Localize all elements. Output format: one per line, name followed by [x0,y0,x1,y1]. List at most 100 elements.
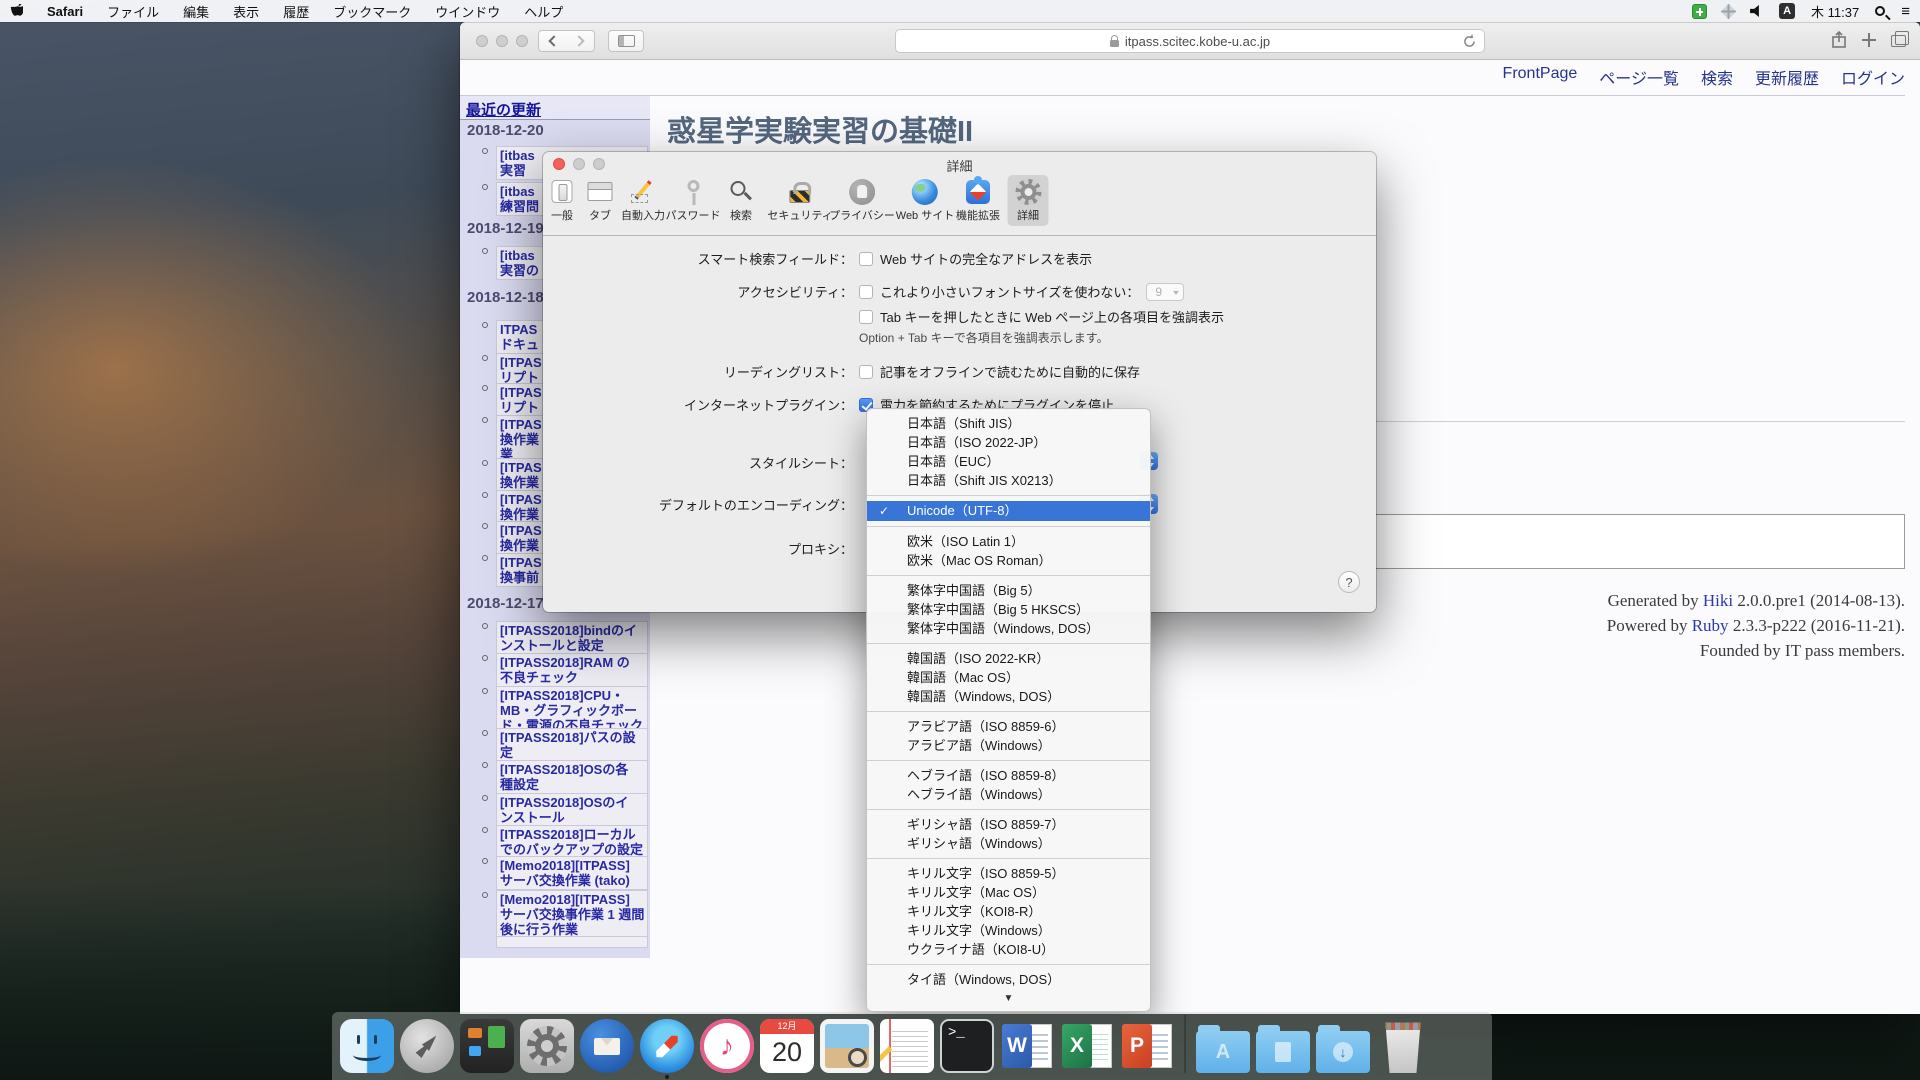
menu-item[interactable]: アラビア語（ISO 8859-6） [867,717,1150,736]
terminal-dock-icon[interactable]: >_ [940,1019,994,1073]
menu-scroll-down-arrow[interactable]: ▼ [867,989,1150,1005]
nav-search[interactable]: 検索 [1701,65,1733,89]
spotlight-search-icon[interactable] [1875,6,1885,16]
font-size-select[interactable]: 9 [1146,283,1184,301]
excel-dock-icon[interactable]: X [1060,1019,1114,1073]
menu-item[interactable]: アラビア語（Windows） [867,736,1150,755]
nav-page-list[interactable]: ページ一覧 [1599,65,1679,89]
sidebar-toggle-button[interactable] [608,30,644,52]
help-button[interactable]: ? [1338,571,1360,593]
bullet-icon [482,623,488,629]
nav-frontpage[interactable]: FrontPage [1503,65,1578,89]
key-icon [687,180,699,192]
menu-item[interactable]: ヘブライ語（Windows） [867,785,1150,804]
system-preferences-dock-icon[interactable] [520,1019,574,1073]
menu-history[interactable]: 履歴 [283,2,309,21]
menu-window[interactable]: ウインドウ [435,2,500,21]
menu-file[interactable]: ファイル [107,2,159,21]
menu-item[interactable]: 韓国語（Windows, DOS） [867,687,1150,706]
menu-item[interactable]: ギリシャ語（ISO 8859-7） [867,815,1150,834]
tab-general[interactable]: 一般 [542,175,583,226]
gear-icon [1015,179,1041,205]
menu-item[interactable]: タイ語（Windows, DOS） [867,970,1150,989]
menu-item[interactable]: キリル文字（ISO 8859-5） [867,864,1150,883]
green-app-menu-extra-icon[interactable] [1692,4,1707,19]
applications-folder-dock-icon[interactable]: A [1196,1031,1250,1073]
menu-item[interactable]: キリル文字（Mac OS） [867,883,1150,902]
menu-separator [867,964,1150,965]
menu-item-selected[interactable]: ✓ Unicode（UTF-8） [867,501,1150,521]
menu-bookmarks[interactable]: ブックマーク [333,2,411,21]
menu-item[interactable]: 韓国語（ISO 2022-KR） [867,649,1150,668]
menu-view[interactable]: 表示 [233,2,259,21]
menu-item[interactable]: ヘブライ語（ISO 8859-8） [867,766,1150,785]
tab-search[interactable]: 検索 [721,175,762,226]
menu-item[interactable]: 繁体字中国語（Big 5 HKSCS） [867,600,1150,619]
min-font-size-checkbox[interactable] [859,285,873,299]
volume-icon[interactable] [1750,5,1763,17]
date-label: 2018-12-19 [467,220,544,237]
calendar-dock-icon[interactable]: 12月 20 [760,1019,814,1073]
itunes-dock-icon[interactable]: ♪ [700,1019,754,1073]
back-button[interactable] [538,30,567,52]
mission-control-dock-icon[interactable] [460,1019,514,1073]
menu-item[interactable]: 日本語（Shift JIS） [867,414,1150,433]
new-tab-icon[interactable] [1862,33,1876,47]
tab-overview-icon[interactable] [1891,35,1906,47]
tab-highlight-checkbox[interactable] [859,310,873,324]
hiki-link[interactable]: Hiki [1703,591,1733,610]
launchpad-dock-icon[interactable] [400,1019,454,1073]
menu-item[interactable]: 日本語（EUC） [867,452,1150,471]
share-icon[interactable] [1831,31,1847,49]
preview-dock-icon[interactable] [820,1019,874,1073]
minimize-window-button[interactable] [496,35,508,47]
notification-center-icon[interactable]: ≡ [1901,4,1910,19]
address-bar[interactable]: itpass.scitec.kobe-u.ac.jp [895,29,1485,53]
textedit-dock-icon[interactable] [880,1019,934,1073]
thunderbird-dock-icon[interactable] [580,1019,634,1073]
menu-separator [867,526,1150,527]
menu-item[interactable]: 韓国語（Mac OS） [867,668,1150,687]
menu-item[interactable]: キリル文字（Windows） [867,921,1150,940]
tab-passwords[interactable]: パスワード [659,175,728,226]
word-dock-icon[interactable]: W [1000,1019,1054,1073]
finder-dock-icon[interactable] [340,1019,394,1073]
menu-item[interactable]: ウクライナ語（KOI8-U） [867,940,1150,959]
footer-line-powered: Powered by Ruby 2.3.3-p222 (2016-11-21). [1607,613,1905,638]
reload-icon[interactable] [1463,34,1476,49]
forward-button[interactable] [566,30,595,52]
zoom-window-button[interactable] [516,35,528,47]
downloads-folder-dock-icon[interactable]: ↓ [1316,1031,1370,1073]
menu-item[interactable]: 日本語（Shift JIS X0213） [867,471,1150,490]
menu-item[interactable]: 欧米（ISO Latin 1） [867,532,1150,551]
close-window-button[interactable] [476,35,488,47]
ruby-link[interactable]: Ruby [1692,616,1729,635]
nav-login[interactable]: ログイン [1841,65,1905,89]
menu-bar-clock[interactable]: 木 11:37 [1811,2,1859,21]
menu-item[interactable]: ギリシャ語（Windows） [867,834,1150,853]
nav-history[interactable]: 更新履歴 [1755,65,1819,89]
vpn-disconnected-icon[interactable] [1721,3,1737,19]
input-source-icon[interactable]: A [1779,3,1795,19]
menu-edit[interactable]: 編集 [183,2,209,21]
menu-safari[interactable]: Safari [47,4,83,19]
menu-item[interactable]: 繁体字中国語（Windows, DOS） [867,619,1150,638]
trash-dock-icon[interactable] [1382,1021,1424,1073]
reading-list-checkbox[interactable] [859,365,873,379]
smart-search-checkbox[interactable] [859,252,873,266]
menu-item[interactable]: 欧米（Mac OS Roman） [867,551,1150,570]
menu-item[interactable]: キリル文字（KOI8-R） [867,902,1150,921]
menu-item[interactable]: 日本語（ISO 2022-JP） [867,433,1150,452]
dock-separator [1184,1015,1186,1073]
tab-extensions[interactable]: 機能拡張 [949,175,1007,226]
tab-advanced[interactable]: 詳細 [1008,175,1049,226]
menu-item[interactable]: 繁体字中国語（Big 5） [867,581,1150,600]
checkmark-icon: ✓ [879,501,889,521]
safari-dock-icon[interactable] [640,1019,694,1073]
powerpoint-dock-icon[interactable]: P [1120,1019,1174,1073]
apple-menu-icon[interactable] [10,4,23,19]
bullet-icon [482,184,488,190]
menu-separator [867,809,1150,810]
documents-folder-dock-icon[interactable] [1256,1031,1310,1073]
menu-help[interactable]: ヘルプ [524,2,563,21]
